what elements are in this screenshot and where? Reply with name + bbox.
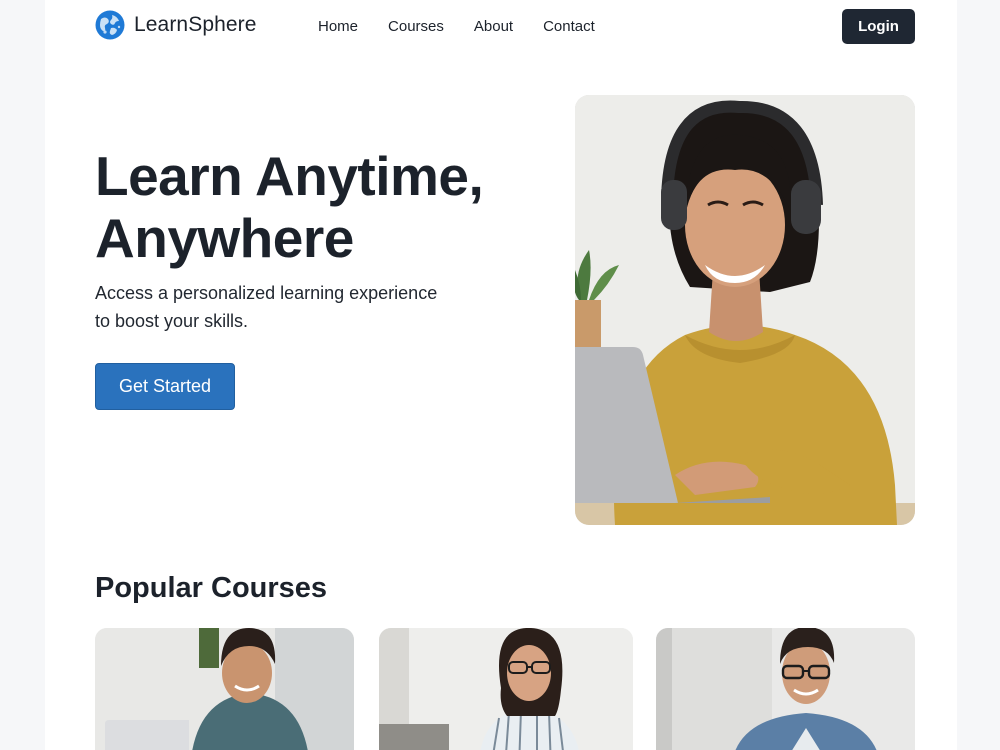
course-card-2-image[interactable]: [379, 628, 633, 750]
globe-icon: [95, 10, 125, 40]
nav-about[interactable]: About: [474, 18, 513, 35]
page: LearnSphere Home Courses About Contact L…: [45, 0, 957, 750]
nav-home[interactable]: Home: [318, 18, 358, 35]
course-card-1-image[interactable]: [95, 628, 354, 750]
brand-logo[interactable]: LearnSphere: [95, 10, 257, 40]
hero-title: Learn Anytime, Anywhere: [95, 145, 525, 269]
login-button[interactable]: Login: [842, 9, 915, 44]
popular-courses-title: Popular Courses: [95, 572, 328, 604]
hero-subtitle-line-2: to boost your skills.: [95, 311, 249, 331]
hero-image: [575, 95, 915, 525]
brand-name: LearnSphere: [134, 13, 257, 36]
hero-subtitle: Access a personalized learning experienc…: [95, 279, 455, 335]
course-card-3-image[interactable]: [656, 628, 915, 750]
hero-title-line-1: Learn Anytime,: [95, 145, 484, 207]
nav-contact[interactable]: Contact: [543, 18, 595, 35]
nav-courses[interactable]: Courses: [388, 18, 444, 35]
main-nav: Home Courses About Contact: [318, 18, 625, 35]
hero-title-line-2: Anywhere: [95, 207, 354, 269]
get-started-button[interactable]: Get Started: [95, 363, 235, 410]
hero-subtitle-line-1: Access a personalized learning experienc…: [95, 283, 438, 303]
